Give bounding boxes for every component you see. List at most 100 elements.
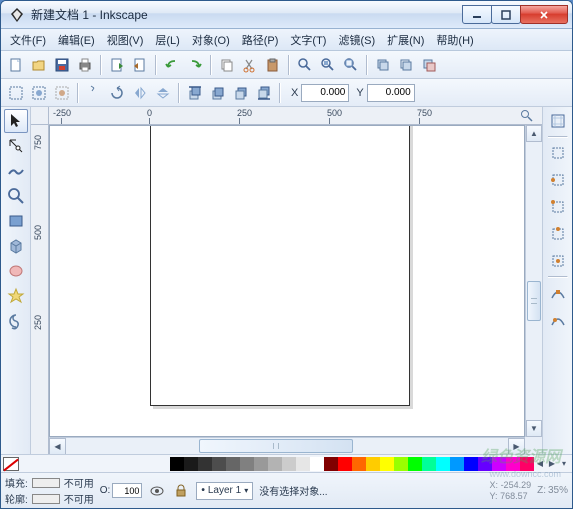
color-swatch[interactable]	[170, 457, 184, 471]
redo-button[interactable]	[184, 54, 206, 76]
horizontal-scrollbar[interactable]: ◀ ▶	[49, 437, 525, 454]
color-swatch[interactable]	[198, 457, 212, 471]
vertical-scrollbar[interactable]: ▲ ▼	[525, 125, 542, 437]
node-tool[interactable]	[4, 134, 28, 158]
close-button[interactable]	[520, 5, 568, 24]
color-swatch[interactable]	[450, 457, 464, 471]
scroll-down-button[interactable]: ▼	[526, 420, 542, 437]
color-swatch[interactable]	[366, 457, 380, 471]
lower-button[interactable]	[230, 82, 252, 104]
scroll-track[interactable]	[66, 438, 508, 454]
rect-tool[interactable]	[4, 209, 28, 233]
stroke-swatch[interactable]	[32, 494, 60, 504]
menu-extension[interactable]: 扩展(N)	[382, 30, 429, 50]
scroll-track[interactable]	[526, 142, 542, 420]
3dbox-tool[interactable]	[4, 234, 28, 258]
palette-scroll-right[interactable]: ▶	[546, 459, 558, 468]
color-swatch[interactable]	[394, 457, 408, 471]
zoom-page-button[interactable]	[340, 54, 362, 76]
color-swatch[interactable]	[268, 457, 282, 471]
color-swatch[interactable]	[296, 457, 310, 471]
save-button[interactable]	[51, 54, 73, 76]
color-swatch[interactable]	[184, 457, 198, 471]
color-swatch[interactable]	[478, 457, 492, 471]
color-swatch[interactable]	[506, 457, 520, 471]
flip-v-button[interactable]	[152, 82, 174, 104]
snap-toggle-button[interactable]	[546, 109, 570, 133]
opacity-input[interactable]	[112, 483, 142, 498]
raise-button[interactable]	[207, 82, 229, 104]
snap-bbox-button[interactable]	[546, 141, 570, 165]
scroll-right-button[interactable]: ▶	[508, 438, 525, 455]
import-button[interactable]	[106, 54, 128, 76]
ellipse-tool[interactable]	[4, 259, 28, 283]
titlebar[interactable]: 新建文档 1 - Inkscape	[1, 1, 572, 29]
open-button[interactable]	[28, 54, 50, 76]
flip-h-button[interactable]	[129, 82, 151, 104]
x-input[interactable]	[301, 84, 349, 102]
zoom-drawing-button[interactable]	[317, 54, 339, 76]
menu-view[interactable]: 视图(V)	[102, 30, 149, 50]
menu-help[interactable]: 帮助(H)	[431, 30, 478, 50]
snap-node-button[interactable]	[546, 281, 570, 305]
menu-layer[interactable]: 层(L)	[150, 30, 184, 50]
menu-path[interactable]: 路径(P)	[237, 30, 284, 50]
fill-stroke-indicator[interactable]: 填充:不可用 轮廓:不可用	[5, 475, 94, 506]
color-swatch[interactable]	[464, 457, 478, 471]
zoom-control[interactable]: Z: 35%	[537, 485, 568, 496]
duplicate-button[interactable]	[372, 54, 394, 76]
snap-bbox-midpoint-button[interactable]	[546, 222, 570, 246]
copy-button[interactable]	[216, 54, 238, 76]
palette-menu-button[interactable]: ▾	[558, 459, 570, 468]
rotate-ccw-button[interactable]	[83, 82, 105, 104]
select-all-layers-button[interactable]	[28, 82, 50, 104]
color-swatch[interactable]	[240, 457, 254, 471]
vertical-ruler[interactable]: 750 500 250	[31, 125, 49, 437]
minimize-button[interactable]	[462, 5, 492, 24]
color-swatch[interactable]	[254, 457, 268, 471]
zoom-fit-button[interactable]	[294, 54, 316, 76]
snap-bbox-corner-button[interactable]	[546, 195, 570, 219]
unlink-clone-button[interactable]	[418, 54, 440, 76]
snap-bbox-edge-button[interactable]	[546, 168, 570, 192]
scroll-left-button[interactable]: ◀	[49, 438, 66, 455]
color-swatch[interactable]	[212, 457, 226, 471]
paste-button[interactable]	[262, 54, 284, 76]
clone-button[interactable]	[395, 54, 417, 76]
color-swatch[interactable]	[324, 457, 338, 471]
y-input[interactable]	[367, 84, 415, 102]
menu-filter[interactable]: 滤镜(S)	[333, 30, 380, 50]
horizontal-ruler[interactable]: -250 0 250 500 750	[49, 107, 512, 125]
scroll-thumb[interactable]	[199, 439, 354, 453]
tweak-tool[interactable]	[4, 159, 28, 183]
color-swatch[interactable]	[338, 457, 352, 471]
scroll-thumb[interactable]	[527, 281, 541, 321]
zoom-tool[interactable]	[4, 184, 28, 208]
spiral-tool[interactable]	[4, 309, 28, 333]
new-button[interactable]	[5, 54, 27, 76]
select-all-button[interactable]	[5, 82, 27, 104]
color-swatch[interactable]	[282, 457, 296, 471]
color-swatch[interactable]	[226, 457, 240, 471]
snap-bbox-center-button[interactable]	[546, 249, 570, 273]
color-swatch[interactable]	[408, 457, 422, 471]
snap-path-button[interactable]	[546, 308, 570, 332]
zoom-lock-icon[interactable]	[512, 107, 542, 125]
undo-button[interactable]	[161, 54, 183, 76]
star-tool[interactable]	[4, 284, 28, 308]
menu-file[interactable]: 文件(F)	[5, 30, 51, 50]
print-button[interactable]	[74, 54, 96, 76]
palette-scroll-left[interactable]: ◀	[534, 459, 546, 468]
layer-lock-icon[interactable]	[172, 482, 190, 500]
color-swatch[interactable]	[310, 457, 324, 471]
color-swatch[interactable]	[436, 457, 450, 471]
menu-edit[interactable]: 编辑(E)	[53, 30, 100, 50]
deselect-button[interactable]	[51, 82, 73, 104]
selector-tool[interactable]	[4, 109, 28, 133]
color-swatch[interactable]	[520, 457, 534, 471]
layer-visibility-icon[interactable]	[148, 482, 166, 500]
fill-swatch[interactable]	[32, 478, 60, 488]
menu-text[interactable]: 文字(T)	[285, 30, 331, 50]
menu-object[interactable]: 对象(O)	[187, 30, 235, 50]
canvas[interactable]	[49, 125, 525, 437]
